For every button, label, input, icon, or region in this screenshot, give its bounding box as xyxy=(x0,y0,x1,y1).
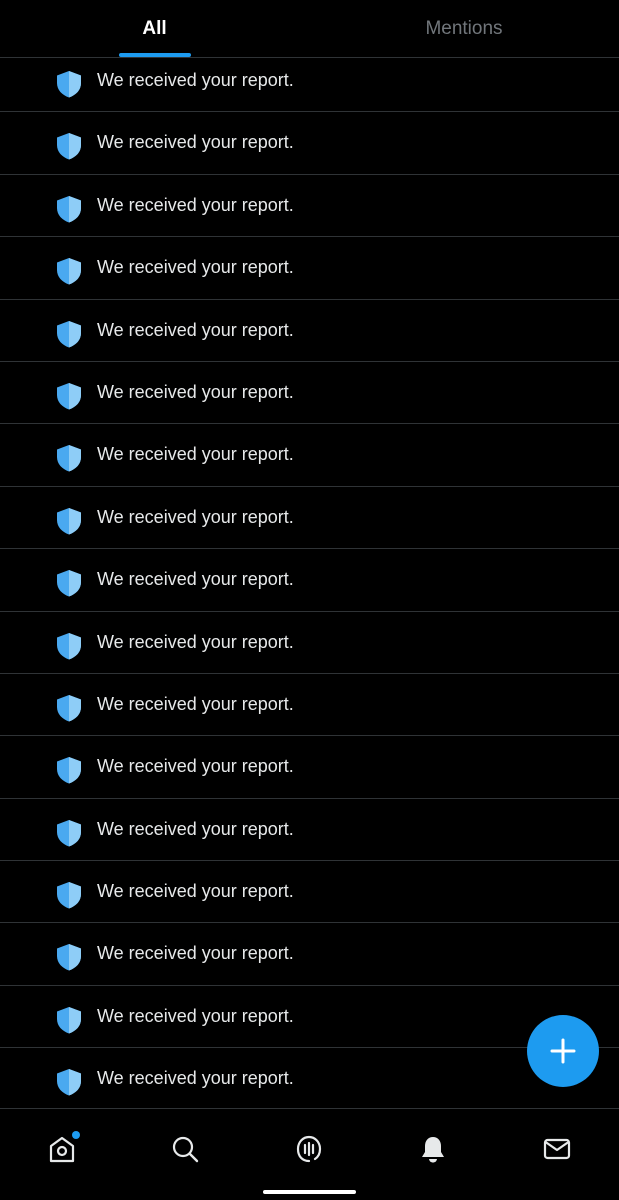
shield-icon xyxy=(57,1069,81,1096)
notification-item[interactable]: We received your report. xyxy=(0,50,619,113)
shield-icon xyxy=(57,694,81,722)
notification-text: We received your report. xyxy=(97,132,294,153)
home-badge xyxy=(72,1131,80,1139)
notification-text: We received your report. xyxy=(97,444,294,465)
notification-text: We received your report. xyxy=(97,506,294,527)
notification-list: We received your report. We received your… xyxy=(0,50,619,1111)
notification-item[interactable]: We received your report. xyxy=(0,112,619,175)
notification-text: We received your report. xyxy=(97,319,294,340)
notification-text: We received your report. xyxy=(97,194,294,215)
plus-icon xyxy=(550,1038,576,1064)
shield-icon xyxy=(57,258,81,285)
nav-spaces[interactable] xyxy=(289,1129,329,1169)
shield-icon xyxy=(57,757,81,784)
nav-home[interactable] xyxy=(42,1129,82,1169)
notification-text: We received your report. xyxy=(97,943,294,964)
notification-text: We received your report. xyxy=(97,70,294,90)
notification-item[interactable]: We received your report. xyxy=(0,612,619,674)
notification-item[interactable]: We received your report. xyxy=(0,237,619,300)
spaces-icon xyxy=(296,1135,322,1163)
notification-item[interactable]: We received your report. xyxy=(0,799,619,862)
bottom-navigation xyxy=(0,1108,619,1200)
notification-text: We received your report. xyxy=(97,381,294,402)
notification-item[interactable]: We received your report. xyxy=(0,861,619,924)
notification-item[interactable]: We received your report. xyxy=(0,487,619,550)
notification-text: We received your report. xyxy=(97,881,294,902)
shield-icon xyxy=(57,507,81,535)
notification-text: We received your report. xyxy=(97,756,294,777)
home-icon xyxy=(49,1136,75,1163)
nav-notifications[interactable] xyxy=(413,1129,453,1169)
notification-item[interactable]: We received your report. xyxy=(0,986,619,1049)
notification-item[interactable]: We received your report. xyxy=(0,362,619,425)
mail-icon xyxy=(543,1138,571,1160)
notification-text: We received your report. xyxy=(97,693,294,714)
shield-icon xyxy=(57,944,81,971)
tab-all-label: All xyxy=(142,18,167,39)
nav-messages[interactable] xyxy=(537,1129,577,1169)
notification-item[interactable]: We received your report. xyxy=(0,1048,619,1111)
notification-item[interactable]: We received your report. xyxy=(0,736,619,799)
notification-text: We received your report. xyxy=(97,1005,294,1026)
notification-item[interactable]: We received your report. xyxy=(0,175,619,238)
notification-text: We received your report. xyxy=(97,257,294,278)
shield-icon xyxy=(57,320,81,348)
notification-item[interactable]: We received your report. xyxy=(0,674,619,737)
shield-icon xyxy=(57,570,81,597)
notification-text: We received your report. xyxy=(97,631,294,652)
nav-search[interactable] xyxy=(165,1129,205,1169)
notification-item[interactable]: We received your report. xyxy=(0,300,619,362)
notification-item[interactable]: We received your report. xyxy=(0,549,619,612)
compose-button[interactable] xyxy=(527,1015,599,1087)
notification-text: We received your report. xyxy=(97,569,294,590)
shield-icon xyxy=(57,133,81,160)
notification-item[interactable]: We received your report. xyxy=(0,923,619,986)
notification-item[interactable]: We received your report. xyxy=(0,424,619,487)
shield-icon xyxy=(57,632,81,660)
shield-icon xyxy=(57,882,81,909)
shield-icon xyxy=(57,819,81,847)
shield-icon xyxy=(57,1006,81,1034)
shield-icon xyxy=(57,382,81,410)
shield-icon xyxy=(57,445,81,472)
notification-text: We received your report. xyxy=(97,818,294,839)
tab-mentions-label: Mentions xyxy=(425,18,503,39)
shield-icon xyxy=(57,195,81,223)
gesture-bar xyxy=(263,1190,356,1194)
notification-text: We received your report. xyxy=(97,1068,294,1089)
shield-icon xyxy=(57,71,81,98)
search-icon xyxy=(172,1136,199,1163)
bell-icon xyxy=(422,1137,444,1163)
